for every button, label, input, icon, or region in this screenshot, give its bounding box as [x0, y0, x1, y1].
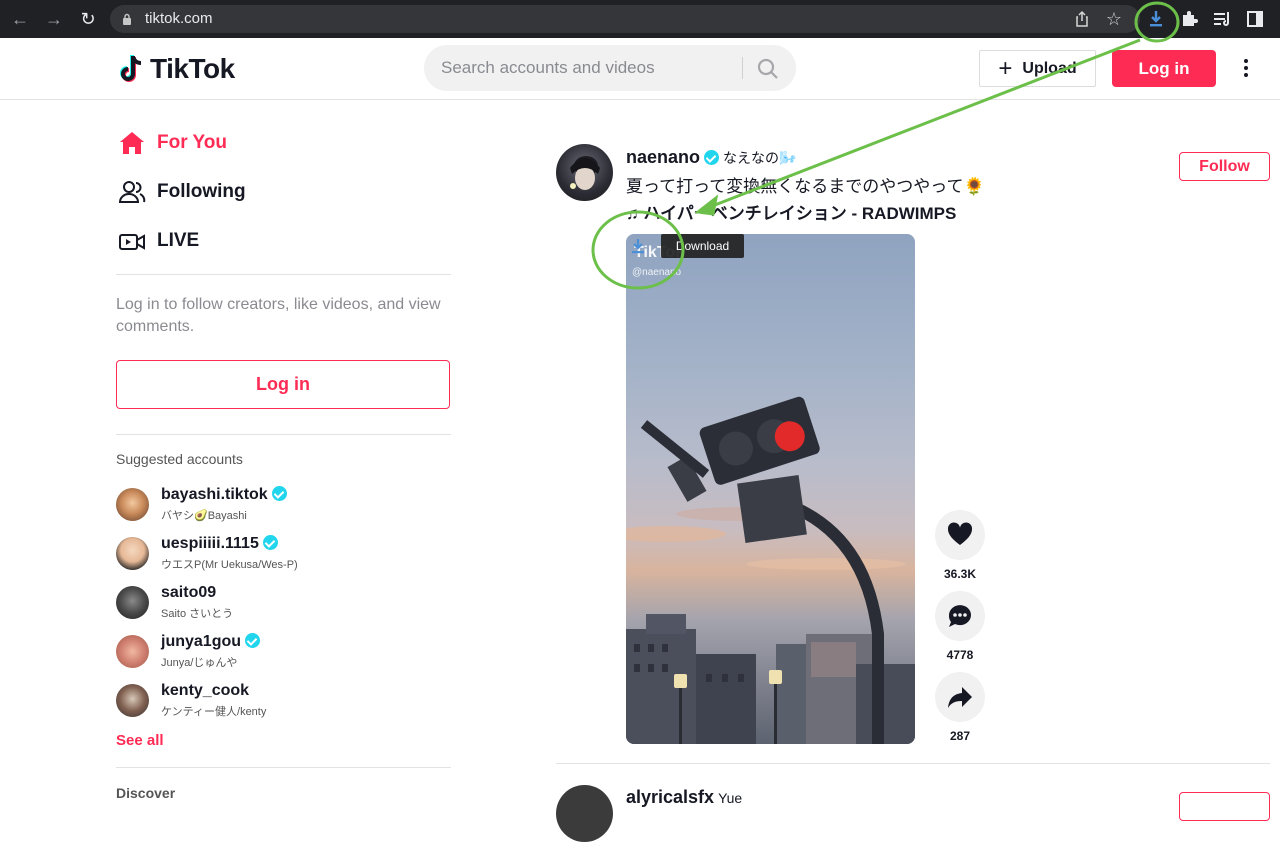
- avatar: [116, 586, 149, 619]
- tiktok-logo[interactable]: TikTok: [120, 52, 235, 86]
- avatar: [116, 635, 149, 668]
- nav-live-label: LIVE: [157, 230, 200, 251]
- comment-count: 4778: [946, 648, 974, 662]
- avatar: [116, 488, 149, 521]
- plus-icon: +: [998, 54, 1013, 82]
- login-prompt-text: Log in to follow creators, like videos, …: [116, 296, 441, 335]
- avatar: [116, 537, 149, 570]
- account-username: kenty_cook: [161, 682, 250, 699]
- search-separator: [742, 57, 743, 79]
- account-username: saito09: [161, 584, 217, 601]
- post-username-row: alyricalsfx Yue: [626, 787, 742, 808]
- post-username-row: naenano なえなの🌬️: [626, 147, 796, 168]
- verified-badge-icon: [262, 535, 278, 550]
- nav-following-label: Following: [157, 181, 246, 202]
- account-username-row: bayashi.tiktok: [161, 486, 287, 504]
- post-nickname: Yue: [718, 790, 743, 806]
- comment-action[interactable]: 4778: [935, 591, 985, 662]
- see-all-link[interactable]: See all: [116, 732, 164, 749]
- video-player[interactable]: TikTok @naenano: [626, 234, 915, 744]
- post-author-avatar[interactable]: [556, 785, 613, 842]
- more-options-icon[interactable]: [1236, 56, 1256, 82]
- comment-button[interactable]: [935, 591, 985, 641]
- heart-icon: [947, 522, 973, 545]
- sidebar-divider: [116, 434, 451, 435]
- like-button[interactable]: [935, 510, 985, 560]
- comment-icon: [948, 605, 971, 627]
- post-nickname: なえなの🌬️: [723, 150, 797, 166]
- browser-toolbar: ← → ↻ tiktok.com ☆: [0, 0, 1280, 38]
- nav-following[interactable]: Following: [118, 177, 246, 207]
- site-header: TikTok Search accounts and videos + Uplo…: [0, 38, 1280, 100]
- lock-icon: [123, 13, 131, 25]
- verified-badge-icon: [271, 486, 287, 501]
- download-tooltip: Download: [661, 234, 744, 258]
- nav-for-you[interactable]: For You: [118, 128, 227, 158]
- nav-live[interactable]: LIVE: [118, 226, 199, 256]
- follow-button[interactable]: [1179, 792, 1270, 821]
- reading-list-icon[interactable]: [1212, 9, 1232, 29]
- share-count: 287: [949, 729, 971, 743]
- account-username: uespiiiii.1115: [161, 535, 259, 552]
- people-icon: [118, 181, 146, 203]
- search-icon[interactable]: [756, 57, 780, 81]
- account-nickname: Saito さいとう: [161, 608, 234, 620]
- follow-button[interactable]: Follow: [1179, 152, 1270, 181]
- account-username: junya1gou: [161, 633, 242, 650]
- like-count: 36.3K: [943, 567, 977, 581]
- account-nickname: Junya/じゅんや: [161, 657, 238, 669]
- like-action[interactable]: 36.3K: [935, 510, 985, 581]
- upload-button[interactable]: + Upload: [979, 50, 1096, 87]
- account-nickname: バヤシ🥑Bayashi: [161, 510, 247, 522]
- share-button[interactable]: [935, 672, 985, 722]
- account-username-row: uespiiiii.1115: [161, 535, 278, 553]
- sidebar-divider: [116, 274, 451, 275]
- back-icon[interactable]: ←: [10, 9, 30, 29]
- download-extension-icon[interactable]: [1146, 9, 1166, 29]
- video-watermark-handle: @naenano: [632, 267, 682, 278]
- video-frame: [626, 396, 915, 744]
- home-icon: [120, 132, 144, 154]
- account-nickname: ケンティー健人/kenty: [161, 706, 267, 718]
- post-author-avatar[interactable]: [556, 144, 613, 201]
- side-panel-icon[interactable]: [1245, 9, 1265, 29]
- bookmark-star-icon[interactable]: ☆: [1104, 9, 1124, 29]
- search-placeholder: Search accounts and videos: [441, 58, 655, 77]
- nav-for-you-label: For You: [157, 132, 228, 153]
- post-username[interactable]: naenano: [626, 147, 700, 167]
- post-username[interactable]: alyricalsfx: [626, 787, 714, 807]
- header-login-button[interactable]: Log in: [1112, 50, 1216, 87]
- sidebar-login-button[interactable]: Log in: [116, 360, 450, 409]
- post-caption: 夏って打って変換無くなるまでのやつやって🌻: [626, 177, 985, 196]
- avatar-image: [570, 156, 600, 190]
- reload-icon[interactable]: ↻: [78, 9, 98, 29]
- feed-divider: [556, 763, 1270, 764]
- discover-title: Discover: [116, 785, 176, 801]
- avatar: [116, 684, 149, 717]
- suggested-accounts-title: Suggested accounts: [116, 451, 243, 467]
- sidebar-divider: [116, 767, 451, 768]
- post-music-link[interactable]: ♫ ハイパーベンチレイション - RADWIMPS: [626, 199, 956, 224]
- address-bar[interactable]: tiktok.com: [110, 5, 1140, 33]
- live-video-icon: [119, 234, 145, 250]
- extensions-puzzle-icon[interactable]: [1179, 9, 1199, 29]
- upload-label: Upload: [1022, 59, 1077, 77]
- video-download-icon[interactable]: [631, 238, 645, 254]
- verified-badge-icon: [245, 633, 261, 648]
- share-icon[interactable]: [1072, 9, 1092, 29]
- share-arrow-icon: [948, 687, 972, 708]
- search-input[interactable]: Search accounts and videos: [424, 45, 796, 91]
- forward-icon[interactable]: →: [44, 9, 64, 29]
- account-username-row: junya1gou: [161, 633, 261, 651]
- verified-badge-icon: [704, 150, 720, 165]
- account-nickname: ウエスP(Mr Uekusa/Wes-P): [161, 559, 298, 571]
- tiktok-note-icon: [120, 55, 142, 82]
- account-username: bayashi.tiktok: [161, 486, 268, 503]
- logo-text: TikTok: [150, 53, 235, 84]
- url-text: tiktok.com: [145, 10, 213, 27]
- share-action[interactable]: 287: [935, 672, 985, 743]
